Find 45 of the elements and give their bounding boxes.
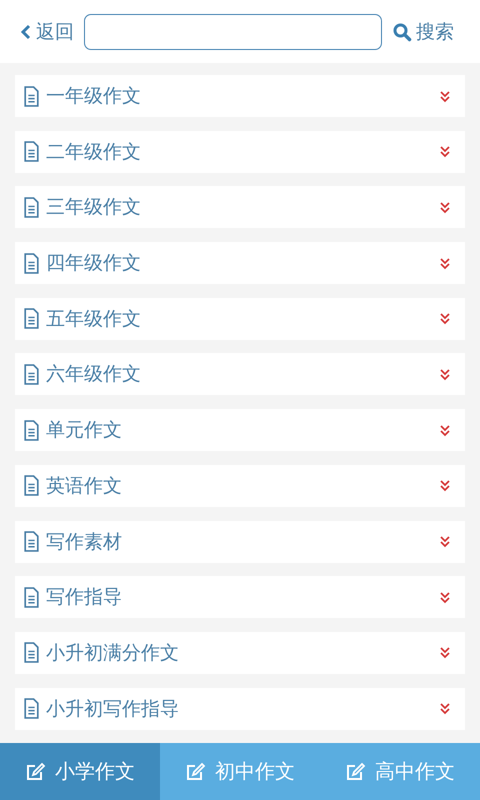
double-chevron-down-icon	[439, 311, 451, 326]
document-icon	[23, 531, 40, 552]
double-chevron-down-icon	[439, 422, 451, 438]
category-item[interactable]: 六年级作文	[15, 353, 465, 396]
double-chevron-down-icon	[439, 144, 451, 160]
category-item[interactable]: 小升初满分作文	[15, 632, 465, 674]
category-item[interactable]: 单元作文	[15, 409, 465, 452]
double-chevron-down-icon	[439, 88, 451, 104]
category-item[interactable]: 一年级作文	[15, 75, 465, 117]
edit-icon	[345, 762, 367, 782]
document-icon	[23, 586, 40, 608]
double-chevron-down-icon	[439, 645, 451, 660]
document-icon	[23, 642, 40, 664]
category-item[interactable]: 五年级作文	[15, 298, 465, 340]
double-chevron-down-icon	[439, 701, 451, 716]
chevron-left-icon	[20, 24, 32, 40]
document-icon	[23, 420, 40, 441]
edit-icon	[25, 762, 47, 782]
category-item[interactable]: 小升初写作指导	[15, 688, 465, 730]
document-icon	[23, 86, 40, 106]
category-item[interactable]: 四年级作文	[15, 242, 465, 284]
document-icon	[23, 364, 40, 385]
category-item[interactable]: 写作素材	[15, 520, 465, 562]
double-chevron-down-icon	[439, 478, 451, 494]
double-chevron-down-icon	[439, 366, 451, 382]
category-item[interactable]: 英语作文	[15, 464, 465, 507]
double-chevron-down-icon	[439, 590, 451, 605]
tab[interactable]: 小学作文	[0, 743, 160, 800]
document-icon	[23, 475, 40, 496]
category-item[interactable]: 二年级作文	[15, 130, 465, 173]
search-field[interactable]	[84, 14, 382, 50]
category-item[interactable]: 三年级作文	[15, 186, 465, 228]
double-chevron-down-icon	[439, 256, 451, 271]
edit-icon	[185, 762, 207, 782]
back-button[interactable]: 返回	[20, 18, 74, 44]
document-icon	[23, 252, 40, 274]
double-chevron-down-icon	[439, 534, 451, 549]
document-icon	[23, 308, 40, 330]
double-chevron-down-icon	[439, 200, 451, 215]
document-icon	[23, 196, 40, 218]
category-item[interactable]: 写作指导	[15, 576, 465, 618]
search-button[interactable]: 搜索	[392, 18, 454, 44]
document-icon	[23, 698, 40, 720]
search-icon	[392, 22, 412, 42]
document-icon	[23, 141, 40, 162]
